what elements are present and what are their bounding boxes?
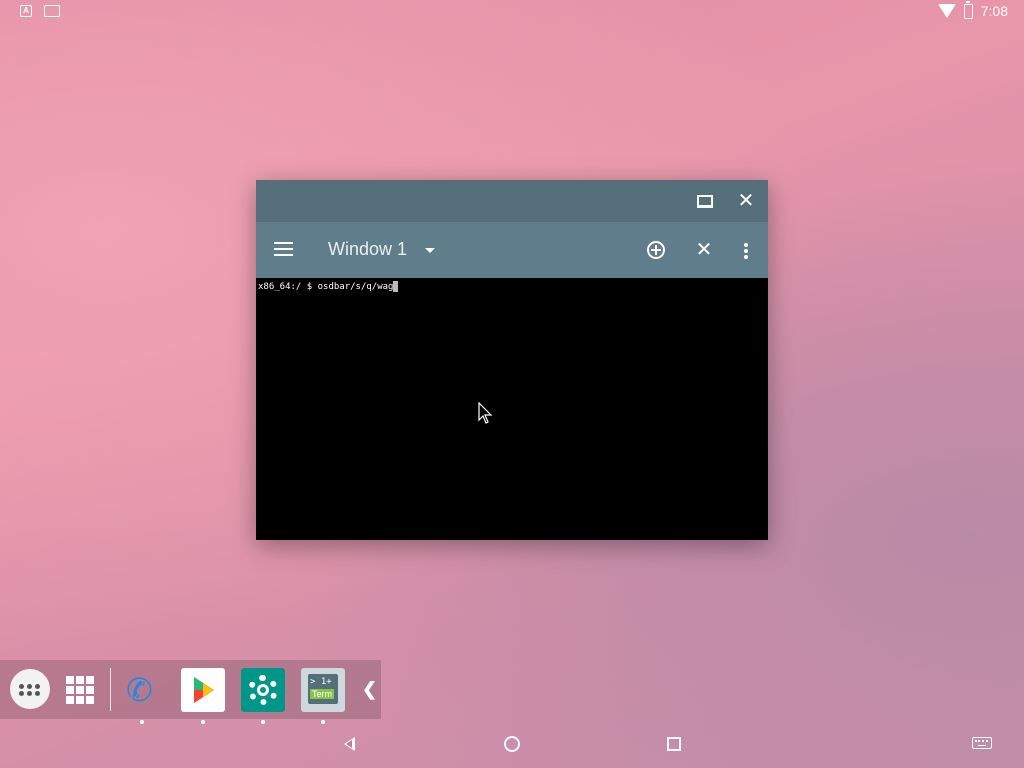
terminal-output[interactable]: x86_64:/ $ osdbar/s/q/wag (256, 278, 768, 540)
mouse-pointer-icon (478, 402, 493, 424)
new-window-button[interactable] (644, 238, 668, 262)
navigation-bar (0, 719, 1024, 768)
terminal-window: ✕ Window 1 ✕ x86_64:/ $ osdbar/s/q/wag (256, 180, 768, 540)
terminal-app-button[interactable]: > 1+ Term (301, 668, 345, 724)
close-tab-button[interactable]: ✕ (692, 238, 716, 262)
close-icon: ✕ (737, 190, 755, 212)
close-icon: ✕ (695, 239, 713, 261)
dropdown-arrow-icon[interactable] (425, 248, 435, 253)
keyboard-icon[interactable] (972, 737, 992, 749)
apps-dots-icon (19, 684, 40, 696)
collapse-dock-button[interactable]: ❮ (362, 679, 377, 700)
taskbar-dock: ✆ > 1+ Term ❮ (0, 660, 381, 724)
wifi-icon (937, 4, 956, 18)
grid-view-button[interactable] (66, 676, 94, 704)
home-button[interactable] (504, 736, 520, 752)
menu-icon[interactable] (274, 242, 293, 260)
dock-divider (110, 668, 111, 711)
terminal-icon-prompt: > 1+ (310, 677, 332, 687)
add-circle-icon (647, 241, 665, 259)
gear-icon (248, 675, 278, 705)
window-selector-label[interactable]: Window 1 (328, 239, 407, 260)
phone-icon: ✆ (126, 672, 153, 708)
battery-icon (963, 0, 973, 19)
text-cursor (393, 281, 399, 292)
terminal-icon-label: Term (310, 689, 334, 699)
settings-app-button[interactable] (241, 668, 285, 724)
status-right: 7:08 (937, 0, 1008, 19)
clock: 7:08 (980, 3, 1008, 19)
close-window-button[interactable]: ✕ (734, 190, 758, 212)
overflow-menu-button[interactable] (734, 241, 758, 265)
play-store-app-button[interactable] (181, 668, 225, 724)
terminal-prompt: x86_64:/ $ osdbar/s/q/wag (258, 282, 394, 292)
window-titlebar[interactable]: ✕ (256, 180, 768, 222)
font-icon: A (20, 5, 32, 17)
phone-app-button[interactable]: ✆ (120, 668, 164, 724)
back-button[interactable] (344, 737, 355, 751)
recents-button[interactable] (667, 737, 681, 751)
app-toolbar: Window 1 ✕ (256, 222, 768, 278)
app-drawer-button[interactable] (10, 669, 50, 709)
status-left-icons: A (20, 5, 60, 17)
status-bar: A 7:08 (0, 0, 1024, 24)
maximize-icon (697, 195, 713, 208)
image-icon (44, 5, 60, 17)
maximize-button[interactable] (693, 190, 717, 212)
